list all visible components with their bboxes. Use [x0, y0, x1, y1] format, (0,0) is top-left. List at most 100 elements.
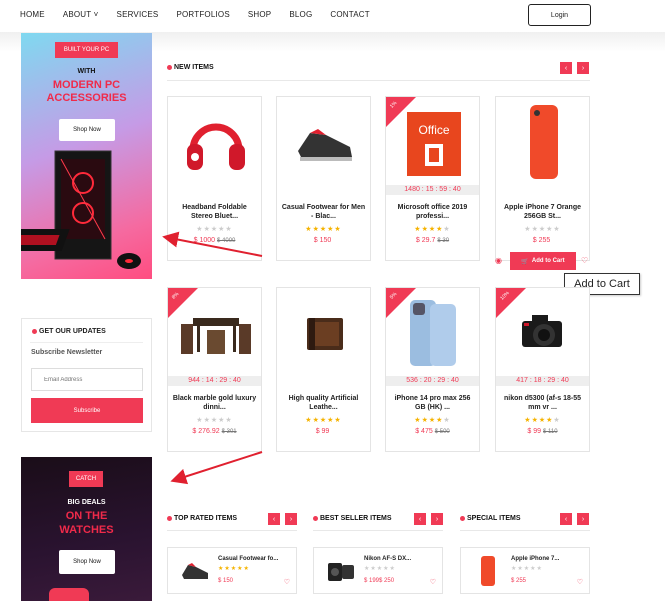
- divider: [167, 530, 297, 531]
- product-card[interactable]: Casual Footwear for Men - Blac... ★★★★★ …: [276, 96, 371, 261]
- section-dot-icon: [167, 515, 172, 521]
- product-card[interactable]: Apple iPhone 7 Orange 256GB St... ★★★★★ …: [495, 96, 590, 261]
- top-rated-title: TOP RATED ITEMS: [167, 515, 237, 522]
- next-arrow-icon[interactable]: ›: [577, 62, 589, 74]
- banner-headline-line1: MODERN PC: [52, 79, 121, 91]
- add-to-cart-button[interactable]: 🛒 Add to Cart: [510, 252, 576, 270]
- product-card[interactable]: 10% 417 : 18 : 29 : 40 nikon d5300 (af-s…: [495, 287, 590, 452]
- countdown-timer: 1480 : 15 : 59 : 40: [386, 185, 479, 195]
- product-price: $ 99 $ 110: [527, 428, 558, 435]
- best-seller-title: BEST SELLER ITEMS: [313, 515, 392, 522]
- nav-shop[interactable]: SHOP: [248, 10, 271, 19]
- nav-about[interactable]: ABOUT ˅: [63, 10, 99, 19]
- product-name[interactable]: Casual Footwear fo...: [218, 556, 278, 562]
- banner-tag: CATCH: [69, 471, 103, 487]
- product-name[interactable]: iPhone 14 pro max 256 GB (HK) ...: [390, 394, 475, 412]
- quick-view-icon[interactable]: ◉: [495, 256, 502, 265]
- product-price: $ 150: [218, 578, 234, 584]
- countdown-timer: 944 : 14 : 29 : 40: [168, 376, 261, 386]
- newsletter-subtitle: Subscribe Newsletter: [31, 349, 103, 356]
- small-product-card[interactable]: Apple iPhone 7... ★★★★★ $ 255 ♡: [460, 547, 590, 594]
- email-field[interactable]: [31, 368, 143, 391]
- product-card[interactable]: High quality Artificial Leathe... ★★★★★ …: [276, 287, 371, 452]
- small-product-card[interactable]: Casual Footwear fo... ★★★★★ $ 150 ♡: [167, 547, 297, 594]
- shoe-image: [178, 554, 212, 588]
- wishlist-heart-icon[interactable]: ♡: [284, 578, 290, 586]
- banner-with: WITH: [77, 68, 96, 75]
- rating-stars: ★★★★★: [511, 566, 543, 572]
- prev-arrow-icon[interactable]: ‹: [268, 513, 280, 525]
- product-card[interactable]: 5% 536 : 20 : 29 : 40 iPhone 14 pro max …: [385, 287, 480, 452]
- product-name[interactable]: Microsoft office 2019 professi...: [390, 203, 475, 221]
- banner-headline-line1: ON THE: [65, 510, 108, 522]
- shop-now-button[interactable]: Shop Now: [59, 550, 115, 574]
- divider: [167, 80, 590, 81]
- product-card[interactable]: 8% 944 : 14 : 29 : 40 Black marble gold …: [167, 287, 262, 452]
- section-dot-icon: [167, 64, 172, 70]
- headphones-image: [168, 97, 263, 185]
- annotation-arrow: [170, 451, 263, 485]
- rating-stars: ★★★★★: [524, 226, 561, 233]
- rating-stars: ★★★★★: [414, 417, 451, 424]
- product-name[interactable]: Apple iPhone 7 Orange 256GB St...: [500, 203, 585, 221]
- next-arrow-icon[interactable]: ›: [285, 513, 297, 525]
- iphone-image: [496, 97, 591, 185]
- shoe-image: [277, 97, 372, 185]
- product-card[interactable]: Office 1% 1480 : 15 : 59 : 40 Microsoft …: [385, 96, 480, 261]
- product-name[interactable]: Apple iPhone 7...: [511, 556, 559, 562]
- prev-arrow-icon[interactable]: ‹: [560, 62, 572, 74]
- product-name[interactable]: Black marble gold luxury dinni...: [172, 394, 257, 412]
- shop-now-button[interactable]: Shop Now: [59, 119, 115, 141]
- product-price: $ 150: [313, 237, 332, 244]
- gaming-pc-image: [21, 150, 141, 269]
- watches-banner[interactable]: CATCH BIG DEALS ON THE WATCHES Shop Now: [21, 457, 152, 601]
- product-card[interactable]: Headband Foldable Stereo Bluet... ★★★★★ …: [167, 96, 262, 261]
- rating-stars: ★★★★★: [305, 417, 342, 424]
- wishlist-heart-icon[interactable]: ♡: [581, 256, 588, 265]
- product-name[interactable]: Casual Footwear for Men - Blac...: [281, 203, 366, 221]
- banner-tag: BUILT YOUR PC: [55, 42, 118, 58]
- discount-ribbon: [386, 288, 416, 318]
- product-name[interactable]: Nikon AF-S DX...: [364, 556, 411, 562]
- wishlist-heart-icon[interactable]: ♡: [577, 578, 583, 586]
- discount-ribbon: [386, 97, 416, 127]
- nav-contact[interactable]: CONTACT: [330, 10, 369, 19]
- section-dot-icon: [32, 328, 37, 334]
- prev-arrow-icon[interactable]: ‹: [414, 513, 426, 525]
- top-navbar: HOME ABOUT ˅ SERVICES PORTFOLIOS SHOP BL…: [0, 0, 665, 32]
- svg-text:Office: Office: [418, 123, 449, 137]
- product-price: $ 199$ 250: [364, 578, 395, 584]
- nav-home[interactable]: HOME: [20, 10, 45, 19]
- product-name[interactable]: High quality Artificial Leathe...: [281, 394, 366, 412]
- banner-headline-line2: WATCHES: [59, 524, 114, 536]
- special-items-title: SPECIAL ITEMS: [460, 515, 521, 522]
- nav-services[interactable]: SERVICES: [117, 10, 159, 19]
- login-button[interactable]: Login: [528, 4, 591, 26]
- small-product-card[interactable]: Nikon AF-S DX... ★★★★★ $ 199$ 250 ♡: [313, 547, 443, 594]
- section-dot-icon: [460, 515, 465, 521]
- next-arrow-icon[interactable]: ›: [577, 513, 589, 525]
- banner-headline: ON THE WATCHES: [21, 509, 152, 537]
- new-items-title: NEW ITEMS: [167, 64, 214, 71]
- prev-arrow-icon[interactable]: ‹: [560, 513, 572, 525]
- watch-image: [49, 588, 89, 601]
- nav-blog[interactable]: BLOG: [289, 10, 312, 19]
- next-arrow-icon[interactable]: ›: [431, 513, 443, 525]
- rating-stars: ★★★★★: [305, 226, 342, 233]
- rating-stars: ★★★★★: [196, 226, 233, 233]
- wishlist-heart-icon[interactable]: ♡: [430, 578, 436, 586]
- divider: [313, 530, 443, 531]
- pc-accessories-banner[interactable]: BUILT YOUR PC WITH MODERN PC ACCESSORIES…: [21, 33, 152, 279]
- product-name[interactable]: nikon d5300 (af-s 18-55 mm vr ...: [500, 394, 585, 412]
- nav-portfolios[interactable]: PORTFOLIOS: [176, 10, 229, 19]
- discount-ribbon: [168, 288, 198, 318]
- product-name[interactable]: Headband Foldable Stereo Bluet...: [172, 203, 257, 221]
- divider: [460, 530, 590, 531]
- iphone-image: [471, 554, 505, 588]
- rating-stars: ★★★★★: [364, 566, 396, 572]
- wallet-image: [277, 288, 372, 376]
- product-price: $ 475 $ 500: [415, 428, 450, 435]
- rating-stars: ★★★★★: [414, 226, 451, 233]
- product-price: $ 255: [532, 237, 551, 244]
- subscribe-button[interactable]: Subscribe: [31, 398, 143, 423]
